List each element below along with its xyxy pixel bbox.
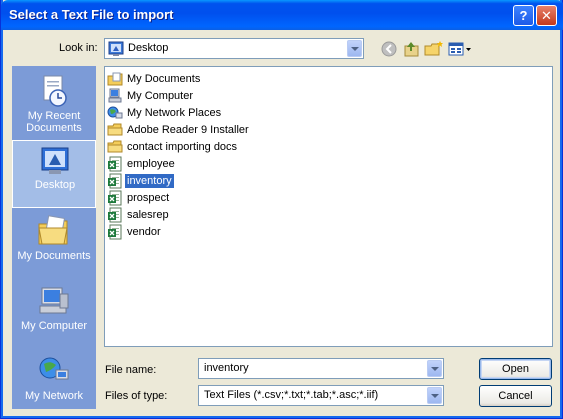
- place-label: My Recent Documents: [26, 110, 82, 134]
- up-folder-icon[interactable]: [401, 39, 423, 59]
- file-name: Adobe Reader 9 Installer: [127, 124, 249, 136]
- my-documents-icon: [38, 215, 68, 245]
- look-in-dropdown[interactable]: Desktop: [104, 38, 364, 59]
- file-name-value: inventory: [204, 362, 249, 374]
- places-bar: My Recent Documents Desktop My Documents: [12, 66, 96, 409]
- dialog-title: Select a Text File to import: [9, 7, 174, 22]
- file-name: employee: [127, 158, 175, 170]
- desktop-icon: [108, 41, 124, 56]
- chevron-down-icon[interactable]: [427, 360, 442, 377]
- file-type-dropdown[interactable]: Text Files (*.csv;*.txt;*.tab;*.asc;*.ii…: [198, 385, 444, 406]
- place-my-computer[interactable]: My Computer: [12, 280, 96, 348]
- my-computer-icon: [39, 287, 69, 314]
- views-menu-icon[interactable]: [447, 39, 473, 59]
- chevron-down-icon[interactable]: [427, 387, 442, 404]
- recent-documents-icon: [43, 75, 67, 107]
- folder-icon: [107, 123, 123, 136]
- file-name: inventory: [125, 174, 174, 188]
- close-button[interactable]: ✕: [536, 5, 557, 26]
- file-name: vendor: [127, 226, 161, 238]
- excel-icon: [108, 173, 122, 189]
- place-label: My Computer: [20, 320, 88, 332]
- back-icon[interactable]: [379, 39, 401, 59]
- file-name: My Computer: [127, 90, 194, 102]
- place-label: My Documents: [17, 250, 91, 262]
- desktop-icon: [41, 147, 69, 174]
- chevron-down-icon[interactable]: [347, 40, 362, 57]
- place-my-network[interactable]: My Network: [12, 350, 96, 409]
- cancel-button[interactable]: Cancel: [479, 385, 552, 407]
- place-label: My Network: [24, 390, 84, 402]
- folder-icon: [107, 140, 123, 153]
- excel-icon: [108, 156, 122, 172]
- file-name: contact importing docs: [127, 141, 238, 153]
- help-button[interactable]: ?: [513, 5, 534, 26]
- look-in-value: Desktop: [128, 42, 169, 54]
- file-name: salesrep: [127, 209, 169, 221]
- my-network-icon: [39, 357, 69, 380]
- open-button[interactable]: Open: [479, 358, 552, 380]
- place-label: Desktop: [34, 179, 76, 191]
- title-bar[interactable]: Select a Text File to import ? ✕: [1, 0, 563, 30]
- my-documents-icon: [107, 72, 123, 86]
- place-my-recent-documents[interactable]: My Recent Documents: [12, 70, 96, 138]
- excel-icon: [108, 190, 122, 206]
- file-type-value: Text Files (*.csv;*.txt;*.tab;*.asc;*.ii…: [204, 389, 379, 401]
- file-list[interactable]: My Documents My Computer My Network Places…: [104, 66, 553, 347]
- computer-icon: [108, 88, 122, 103]
- file-name-field[interactable]: inventory: [198, 358, 444, 379]
- file-name: prospect: [127, 192, 170, 204]
- look-in-label: Look in:: [59, 42, 98, 54]
- excel-icon: [108, 207, 122, 223]
- file-name: My Documents: [127, 73, 201, 85]
- file-name: My Network Places: [127, 107, 222, 119]
- file-open-dialog: Select a Text File to import ? ✕ Look in…: [0, 0, 563, 419]
- place-my-documents[interactable]: My Documents: [12, 210, 96, 278]
- excel-icon: [108, 224, 122, 240]
- file-type-label: Files of type:: [105, 390, 168, 402]
- file-name-label: File name:: [105, 364, 157, 376]
- place-desktop[interactable]: Desktop: [12, 140, 96, 208]
- network-icon: [107, 106, 123, 119]
- new-folder-icon[interactable]: [423, 39, 445, 59]
